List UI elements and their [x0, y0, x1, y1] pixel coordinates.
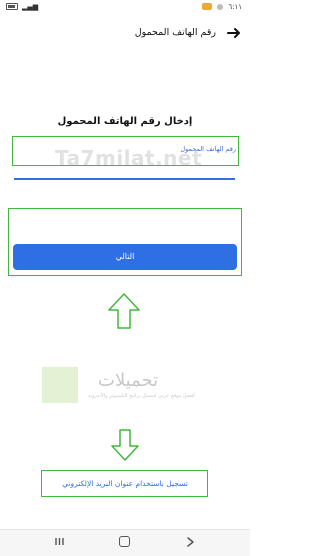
watermark-text: Ta7milat.net	[55, 146, 203, 170]
arrow-down-annotation-icon	[111, 429, 139, 461]
watermark-logo-name: تحميلات	[98, 370, 159, 391]
page-title: رقم الهاتف المحمول	[134, 27, 216, 38]
form-heading: إدخال رقم الهاتف المحمول	[57, 116, 193, 127]
status-dot-icon	[217, 4, 223, 10]
arrow-right-icon[interactable]	[226, 25, 242, 41]
next-button[interactable]: التالي	[13, 244, 237, 270]
home-icon[interactable]	[119, 536, 130, 547]
next-button-label: التالي	[115, 252, 135, 261]
phone-field-underline	[14, 178, 235, 180]
watermark-logo: تحميلات أفضل موقع عربي لتحميل برامج الكم…	[42, 367, 202, 407]
system-nav-bar	[0, 529, 250, 556]
download-logo-icon	[42, 367, 78, 403]
app-bar: رقم الهاتف المحمول	[0, 18, 250, 50]
watermark-logo-tagline: أفضل موقع عربي لتحميل برامج الكمبيوتر وا…	[88, 393, 195, 399]
status-time: ٦:١١	[228, 3, 242, 11]
notification-icon	[202, 3, 212, 10]
status-bar: ▂▄▆ ٦:١١	[0, 0, 250, 16]
back-nav-icon[interactable]	[186, 537, 195, 547]
signal-icon: ▂▄▆	[22, 3, 39, 11]
arrow-up-annotation-icon	[108, 293, 140, 329]
email-signup-link[interactable]: تسجيل باستخدام عنوان البريد الإلكتروني	[0, 479, 250, 488]
battery-icon	[6, 3, 18, 10]
recent-apps-icon[interactable]	[55, 537, 64, 546]
